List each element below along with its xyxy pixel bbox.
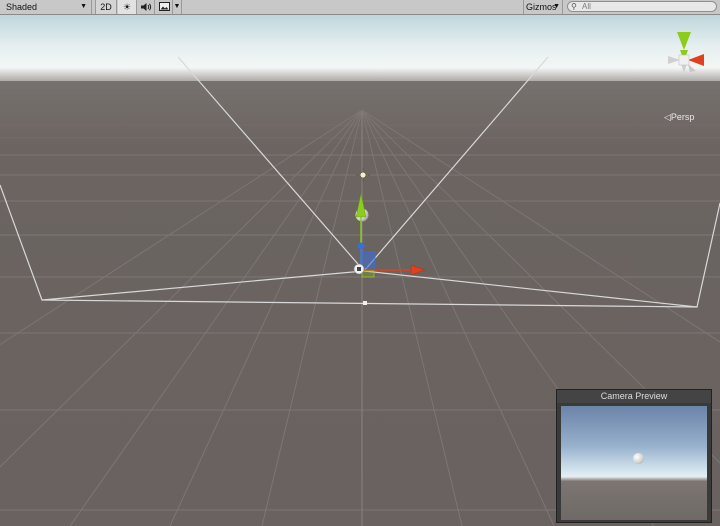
dropdown-arrow-icon: ▼ (553, 3, 560, 10)
camera-icon[interactable] (353, 263, 365, 275)
persp-icon: ◁ (664, 112, 671, 122)
gizmos-label: Gizmos (526, 2, 557, 12)
effects-dropdown-arrow[interactable]: ▼ (173, 0, 182, 14)
image-icon (158, 2, 170, 11)
speaker-icon (140, 3, 151, 11)
z-axis-knob-icon[interactable] (357, 242, 365, 250)
effects-toggle-button[interactable] (156, 0, 173, 14)
camera-preview-image (561, 406, 707, 520)
preview-sphere (633, 453, 644, 464)
plane-handle-xz[interactable] (361, 270, 375, 278)
shading-mode-dropdown[interactable]: Shaded ▼ (0, 0, 92, 14)
plane-handle-xy[interactable] (360, 251, 376, 269)
camera-preview-title: Camera Preview (557, 390, 711, 403)
lighting-toggle-button[interactable]: ☀ (118, 0, 137, 14)
orientation-center-cube[interactable] (678, 54, 690, 66)
search-field[interactable]: ⚲ (567, 1, 717, 12)
dropdown-arrow-icon: ▼ (173, 3, 181, 10)
projection-label[interactable]: ◁Persp (664, 112, 694, 123)
dropdown-arrow-icon: ▼ (80, 3, 87, 10)
camera-preview-panel: Camera Preview (556, 389, 712, 523)
gizmos-dropdown[interactable]: Gizmos ▼ (523, 0, 563, 14)
search-input[interactable] (582, 2, 712, 11)
frustum-center-marker (363, 301, 367, 305)
scene-view-window: Shaded ▼ 2D ☀ ▼ Gizmos ▼ ⚲ All ◁Persp Ca… (0, 0, 720, 526)
sky-background (0, 15, 720, 85)
shading-mode-label: Shaded (6, 2, 38, 12)
2d-mode-button[interactable]: 2D (95, 0, 117, 14)
scene-toolbar: Shaded ▼ 2D ☀ ▼ Gizmos ▼ ⚲ (0, 0, 720, 15)
projection-text: Persp (670, 112, 695, 122)
search-icon: ⚲ (571, 2, 577, 11)
audio-toggle-button[interactable] (137, 0, 155, 14)
sun-icon: ☀ (122, 2, 132, 12)
